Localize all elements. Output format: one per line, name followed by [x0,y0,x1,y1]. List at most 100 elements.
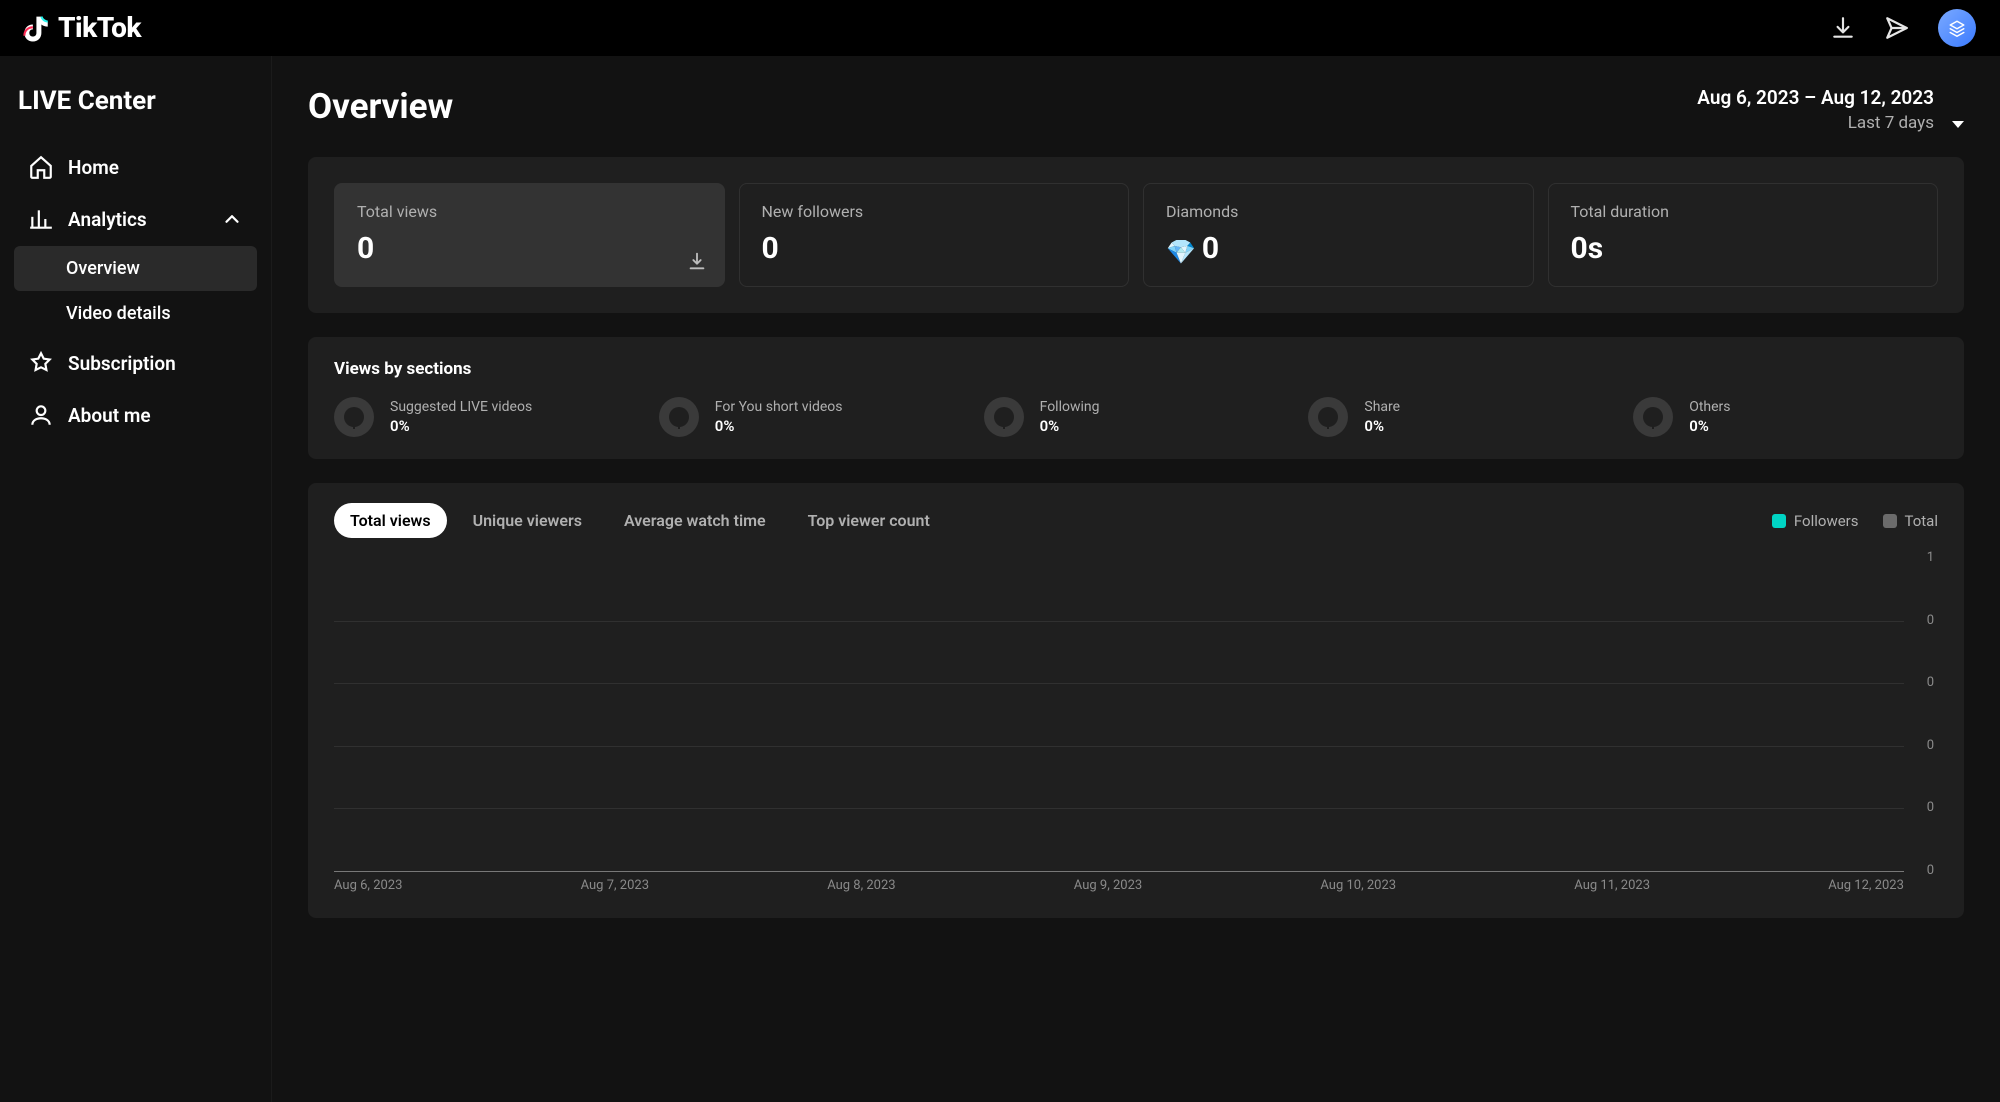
date-range-text: Aug 6, 2023 – Aug 12, 2023 [1697,86,1934,109]
sidebar-item-home[interactable]: Home [14,142,257,192]
views-section-label: Suggested LIVE videos [390,399,532,415]
legend-swatch [1772,514,1786,528]
stat-cards-row: Total views0New followers0Diamonds💎0Tota… [334,183,1938,287]
views-section-value: 0% [1040,417,1100,435]
chart-x-label: Aug 12, 2023 [1828,878,1904,898]
sidebar-item-label: About me [68,404,151,427]
send-icon[interactable] [1884,15,1910,41]
legend-label: Total [1905,512,1939,530]
chart-y-label: 0 [1927,613,1934,628]
chart-y-label: 0 [1927,863,1934,878]
chart-y-label: 0 [1927,738,1934,753]
date-range-picker[interactable]: Aug 6, 2023 – Aug 12, 2023 Last 7 days [1697,86,1964,133]
chart-x-label: Aug 7, 2023 [581,878,649,898]
views-section-value: 0% [1364,417,1400,435]
sidebar: LIVE Center Home Analytics Overview Vide… [0,56,272,1102]
chart-x-label: Aug 10, 2023 [1320,878,1396,898]
views-section-value: 0% [1689,417,1730,435]
views-section-item: Suggested LIVE videos0% [334,397,639,437]
legend-swatch [1883,514,1897,528]
views-section-label: Share [1364,399,1400,415]
views-section-label: Following [1040,399,1100,415]
chart-gridline: 1 [334,558,1904,559]
sidebar-item-label: Home [68,156,119,179]
legend-item-followers: Followers [1772,512,1859,530]
chart-header: Total views Unique viewers Average watch t… [334,503,1938,538]
views-section-value: 0% [715,417,843,435]
legend-label: Followers [1794,512,1859,530]
date-range-sub: Last 7 days [1697,113,1934,133]
chart-gridline: 0 [334,871,1904,872]
diamond-icon: 💎 [1166,238,1196,266]
views-section-item: Share 0% [1308,397,1613,437]
download-icon[interactable] [1830,15,1856,41]
views-by-sections-title: Views by sections [334,359,1938,379]
views-section-item: Following 0% [984,397,1289,437]
views-section-label: For You short videos [715,399,843,415]
tiktok-logo-icon [18,11,52,45]
analytics-icon [28,206,54,232]
star-icon [28,350,54,376]
sidebar-sub-analytics: Overview Video details [14,246,257,336]
stat-label: Total duration [1571,202,1916,221]
top-bar: TikTok [0,0,2000,56]
views-section-item: For You short videos 0% [659,397,964,437]
chart-gridline: 0 [334,621,1904,622]
chart-panel: Total views Unique viewers Average watch t… [308,483,1964,918]
views-section-item: Others 0% [1633,397,1938,437]
views-by-sections-panel: Views by sections Suggested LIVE videos0… [308,337,1964,459]
avatar[interactable] [1938,9,1976,47]
chart-y-label: 0 [1927,675,1934,690]
donut-icon [1633,397,1673,437]
sidebar-item-subscription[interactable]: Subscription [14,338,257,388]
layers-icon [1948,19,1966,37]
views-section-label: Others [1689,399,1730,415]
page-header: Overview Aug 6, 2023 – Aug 12, 2023 Last… [308,86,1964,133]
donut-icon [984,397,1024,437]
chart-y-label: 1 [1927,550,1934,565]
chart-x-label: Aug 9, 2023 [1074,878,1142,898]
sidebar-item-video-details[interactable]: Video details [14,291,257,336]
brand-name: TikTok [58,14,141,42]
sidebar-item-label: Subscription [68,352,176,375]
chart-area: 1 0 0 0 0 0 Aug 6, 2023 Aug 7, 2023 Aug 8, 2023… [334,558,1938,898]
chart-tab-group: Total views Unique viewers Average watch t… [334,503,946,538]
chart-x-axis: Aug 6, 2023 Aug 7, 2023 Aug 8, 2023 Aug 9, … [334,878,1904,898]
donut-icon [1308,397,1348,437]
sidebar-item-about-me[interactable]: About me [14,390,257,440]
chart-gridline: 0 [334,746,1904,747]
chart-grid: 1 0 0 0 0 0 [334,558,1904,872]
chart-gridline: 0 [334,683,1904,684]
stat-card-new-followers[interactable]: New followers0 [739,183,1130,287]
stat-value: 💎0 [1166,231,1511,266]
chart-tab-average-watch-time[interactable]: Average watch time [608,503,782,538]
stat-card-total-duration[interactable]: Total duration 0s [1548,183,1939,287]
caret-down-icon [1952,121,1964,128]
legend-item-total: Total [1883,512,1939,530]
sidebar-item-analytics[interactable]: Analytics [14,194,257,244]
stat-card-total-views[interactable]: Total views0 [334,183,725,287]
user-icon [28,402,54,428]
page-title: Overview [308,86,453,127]
topbar-actions [1830,9,1976,47]
brand[interactable]: TikTok [18,11,141,45]
stat-label: Total views [357,202,702,221]
chart-tab-total-views[interactable]: Total views [334,503,447,538]
download-icon[interactable] [686,250,708,272]
chart-y-label: 0 [1927,800,1934,815]
home-icon [28,154,54,180]
stat-value: 0 [762,231,1107,266]
stat-card-diamonds[interactable]: Diamonds💎0 [1143,183,1534,287]
chart-legend: Followers Total [1772,512,1938,530]
chart-x-label: Aug 6, 2023 [334,878,402,898]
chart-x-label: Aug 11, 2023 [1574,878,1650,898]
chart-gridline: 0 [334,808,1904,809]
chart-tab-unique-viewers[interactable]: Unique viewers [457,503,598,538]
stat-cards-panel: Total views0New followers0Diamonds💎0Tota… [308,157,1964,313]
sidebar-item-overview[interactable]: Overview [14,246,257,291]
stat-value: 0s [1571,231,1916,266]
sidebar-title: LIVE Center [14,86,257,116]
chart-x-label: Aug 8, 2023 [827,878,895,898]
chevron-up-icon [221,208,243,230]
chart-tab-top-viewer-count[interactable]: Top viewer count [792,503,946,538]
